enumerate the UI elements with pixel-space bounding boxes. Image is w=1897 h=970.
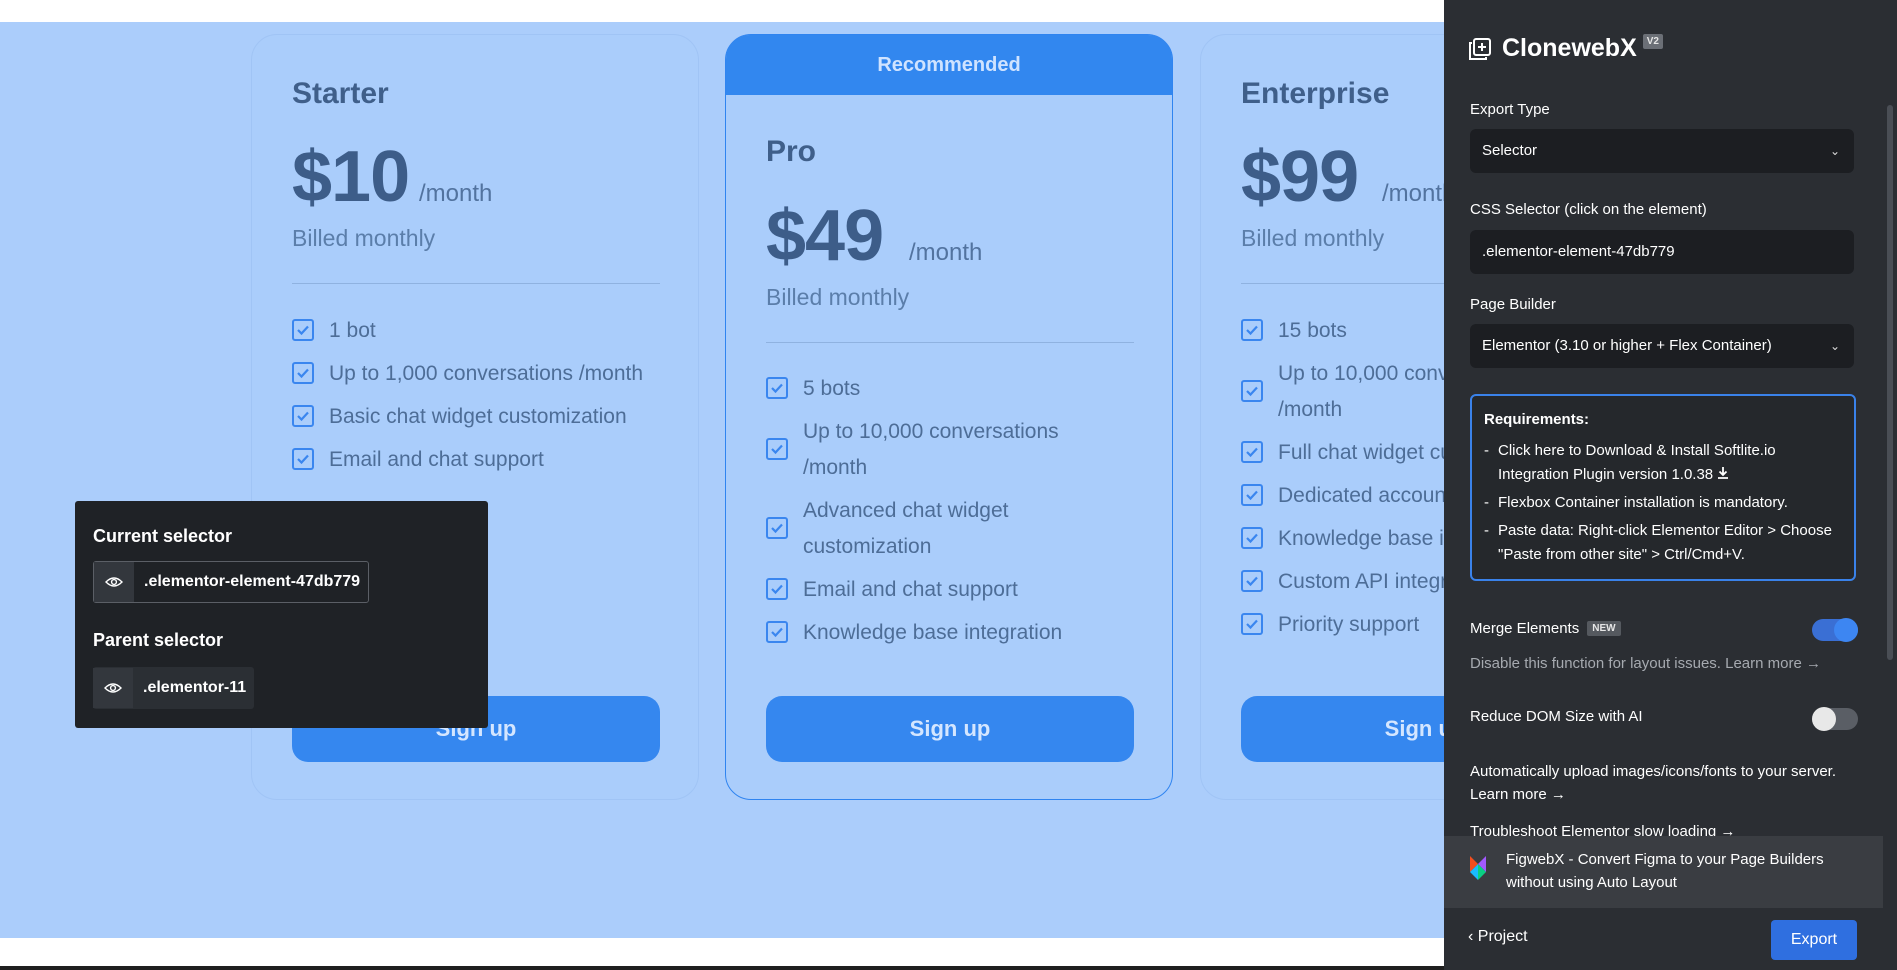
checkbox-icon	[766, 438, 788, 460]
requirement-item[interactable]: Click here to Download & Install Softlit…	[1484, 439, 1842, 487]
checkbox-icon	[292, 319, 314, 341]
merge-elements-label: Merge Elements NEW	[1470, 620, 1621, 637]
selector-popup: Current selector .elementor-element-47db…	[75, 501, 488, 728]
css-selector-label: CSS Selector (click on the element)	[1470, 201, 1707, 218]
css-selector-input[interactable]: .elementor-element-47db779	[1470, 230, 1854, 274]
figwebx-text: FigwebX - Convert Figma to your Page Bui…	[1506, 851, 1824, 891]
chevron-down-icon: ⌄	[1829, 144, 1840, 158]
signup-button[interactable]: Sign up	[766, 696, 1134, 762]
requirement-item: Flexbox Container installation is mandat…	[1484, 491, 1842, 515]
plan-name: Enterprise	[1241, 77, 1390, 110]
divider	[292, 283, 660, 284]
checkbox-icon	[1241, 380, 1263, 402]
parent-selector-title: Parent selector	[93, 630, 224, 650]
app-logo: ClonewebX V2	[1468, 34, 1663, 63]
parent-selector-chip[interactable]: .elementor-11	[93, 667, 255, 709]
feature-list: 1 bot Up to 1,000 conversations /month B…	[292, 313, 672, 485]
reduce-dom-toggle[interactable]	[1812, 707, 1858, 731]
export-button[interactable]: Export	[1771, 920, 1857, 960]
checkbox-icon	[1241, 613, 1263, 635]
checkbox-icon	[292, 362, 314, 384]
plan-name: Pro	[766, 135, 817, 168]
merge-elements-toggle[interactable]	[1812, 618, 1858, 642]
page-builder-select[interactable]: Elementor (3.10 or higher + Flex Contain…	[1470, 324, 1854, 368]
feature-item: Email and chat support	[766, 572, 1096, 608]
requirements-title: Requirements:	[1484, 411, 1590, 428]
plan-billing: Billed monthly	[766, 284, 910, 310]
reduce-dom-label: Reduce DOM Size with AI	[1470, 708, 1643, 725]
current-selector-chip[interactable]: .elementor-element-47db779	[93, 561, 370, 603]
plan-period: /month	[419, 180, 493, 207]
back-to-project-link[interactable]: ‹ Project	[1468, 928, 1528, 946]
upload-text[interactable]: Automatically upload images/icons/fonts …	[1470, 760, 1860, 806]
plan-billing: Billed monthly	[1241, 225, 1385, 251]
chevron-down-icon: ⌄	[1829, 339, 1840, 353]
clonewebx-panel: ClonewebX V2 Export Type Selector ⌄ CSS …	[1444, 0, 1883, 970]
clone-icon	[1469, 37, 1491, 60]
checkbox-icon	[1241, 319, 1263, 341]
export-type-label: Export Type	[1470, 101, 1550, 118]
feature-item: Email and chat support	[292, 442, 672, 478]
checkbox-icon	[292, 405, 314, 427]
app-name: ClonewebX	[1502, 34, 1637, 62]
feature-item: Up to 10,000 conversations /month	[766, 414, 1096, 486]
eye-icon[interactable]	[94, 562, 134, 602]
checkbox-icon	[1241, 527, 1263, 549]
toggle-knob	[1812, 707, 1836, 731]
plan-period: /month	[909, 239, 983, 266]
checkbox-icon	[1241, 484, 1263, 506]
figwebx-banner[interactable]: FigwebX - Convert Figma to your Page Bui…	[1444, 836, 1883, 908]
checkbox-icon	[766, 517, 788, 539]
troubleshoot-link[interactable]: Troubleshoot Elementor slow loading →	[1470, 825, 1860, 836]
new-badge: NEW	[1587, 621, 1621, 636]
parent-selector-value: .elementor-11	[143, 679, 247, 696]
divider	[766, 342, 1134, 343]
feature-item: Basic chat widget customization	[292, 399, 672, 435]
pricing-card-pro[interactable]: Recommended Pro $49 /month Billed monthl…	[725, 34, 1173, 800]
checkbox-icon	[766, 377, 788, 399]
merge-hint[interactable]: Disable this function for layout issues.…	[1470, 655, 1821, 672]
current-selector-title: Current selector	[93, 526, 233, 546]
css-selector-value: .elementor-element-47db779	[1482, 243, 1675, 260]
page-builder-label: Page Builder	[1470, 296, 1556, 313]
version-badge: V2	[1642, 34, 1663, 49]
requirements-box: Requirements: Click here to Download & I…	[1470, 394, 1856, 581]
current-selector-value: .elementor-element-47db779	[144, 573, 361, 590]
checkbox-icon	[766, 578, 788, 600]
feature-item: Advanced chat widget customization	[766, 493, 1096, 565]
feature-item: 5 bots	[766, 371, 1096, 407]
plan-price: $99	[1241, 137, 1359, 217]
feature-item: Knowledge base integration	[766, 615, 1096, 651]
scrollbar-thumb[interactable]	[1887, 105, 1893, 660]
toggle-knob	[1834, 618, 1858, 642]
eye-icon[interactable]	[93, 668, 133, 708]
export-type-value: Selector	[1482, 142, 1538, 159]
feature-item: Up to 1,000 conversations /month	[292, 356, 672, 392]
download-icon[interactable]	[1717, 466, 1729, 479]
page-builder-value: Elementor (3.10 or higher + Flex Contain…	[1482, 337, 1772, 354]
recommended-banner: Recommended	[726, 35, 1172, 95]
checkbox-icon	[1241, 441, 1263, 463]
feature-list: 5 bots Up to 10,000 conversations /month…	[766, 371, 1096, 658]
plan-name: Starter	[292, 77, 389, 110]
page: Starter $10 /month Billed monthly 1 bot …	[0, 0, 1897, 970]
plan-billing: Billed monthly	[292, 225, 436, 251]
checkbox-icon	[766, 621, 788, 643]
plan-price: $49	[766, 196, 884, 276]
requirement-item: Paste data: Right-click Elementor Editor…	[1484, 519, 1842, 567]
figma-icon	[1470, 856, 1486, 880]
feature-item: 1 bot	[292, 313, 672, 349]
checkbox-icon	[1241, 570, 1263, 592]
plan-price: $10	[292, 137, 410, 217]
checkbox-icon	[292, 448, 314, 470]
export-type-select[interactable]: Selector ⌄	[1470, 129, 1854, 173]
